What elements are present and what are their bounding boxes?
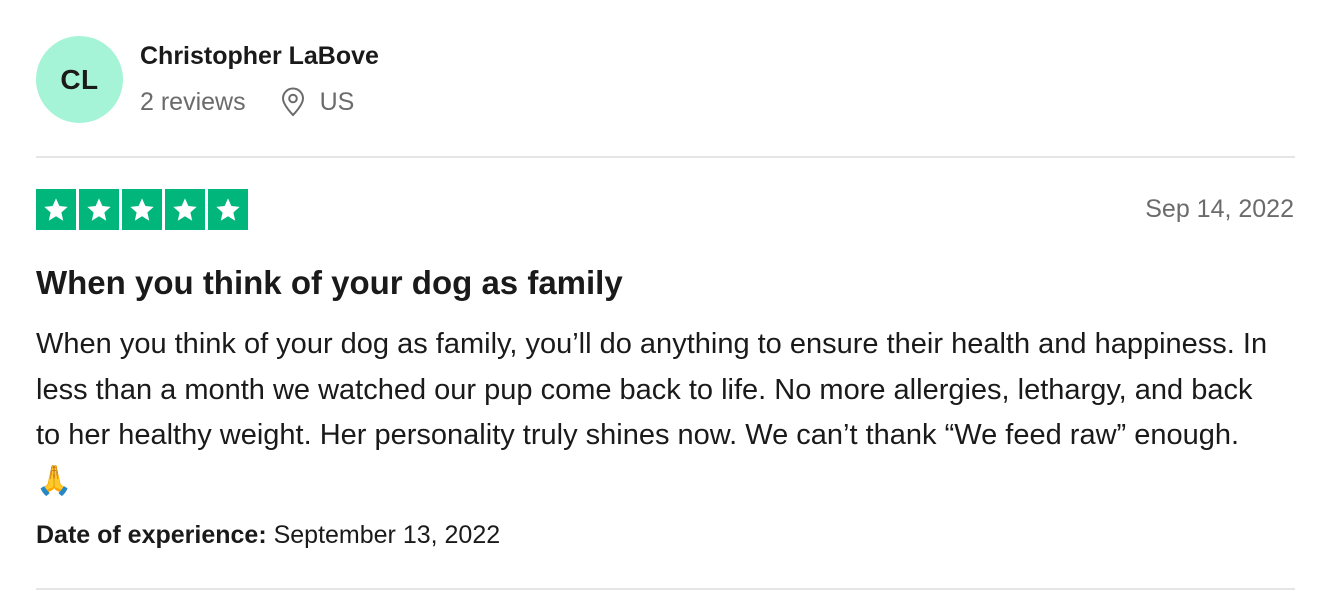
review-title[interactable]: When you think of your dog as family [36, 264, 623, 302]
review-date: Sep 14, 2022 [1145, 195, 1294, 223]
reviewer-location: US [319, 87, 355, 116]
star-icon [165, 189, 205, 230]
star-icon [122, 189, 162, 230]
experience-date: September 13, 2022 [273, 521, 501, 549]
reviewer-name[interactable]: Christopher LaBove [140, 42, 379, 71]
star-icon [79, 189, 119, 230]
experience-label: Date of experience: [36, 521, 267, 549]
divider [36, 588, 1295, 590]
date-of-experience: Date of experience: September 13, 2022 [36, 521, 500, 550]
review-count: 2 reviews [140, 87, 246, 116]
review-card: CL Christopher LaBove 2 reviews US Sep 1… [36, 0, 1295, 612]
star-icon [36, 189, 76, 230]
location-pin-icon [280, 87, 306, 117]
reviewer-meta: 2 reviews US [140, 86, 354, 118]
review-body: When you think of your dog as family, yo… [36, 328, 1268, 497]
avatar[interactable]: CL [36, 36, 123, 123]
divider [36, 156, 1295, 158]
star-rating [36, 189, 248, 230]
avatar-initials: CL [60, 63, 99, 95]
star-icon [208, 189, 248, 230]
